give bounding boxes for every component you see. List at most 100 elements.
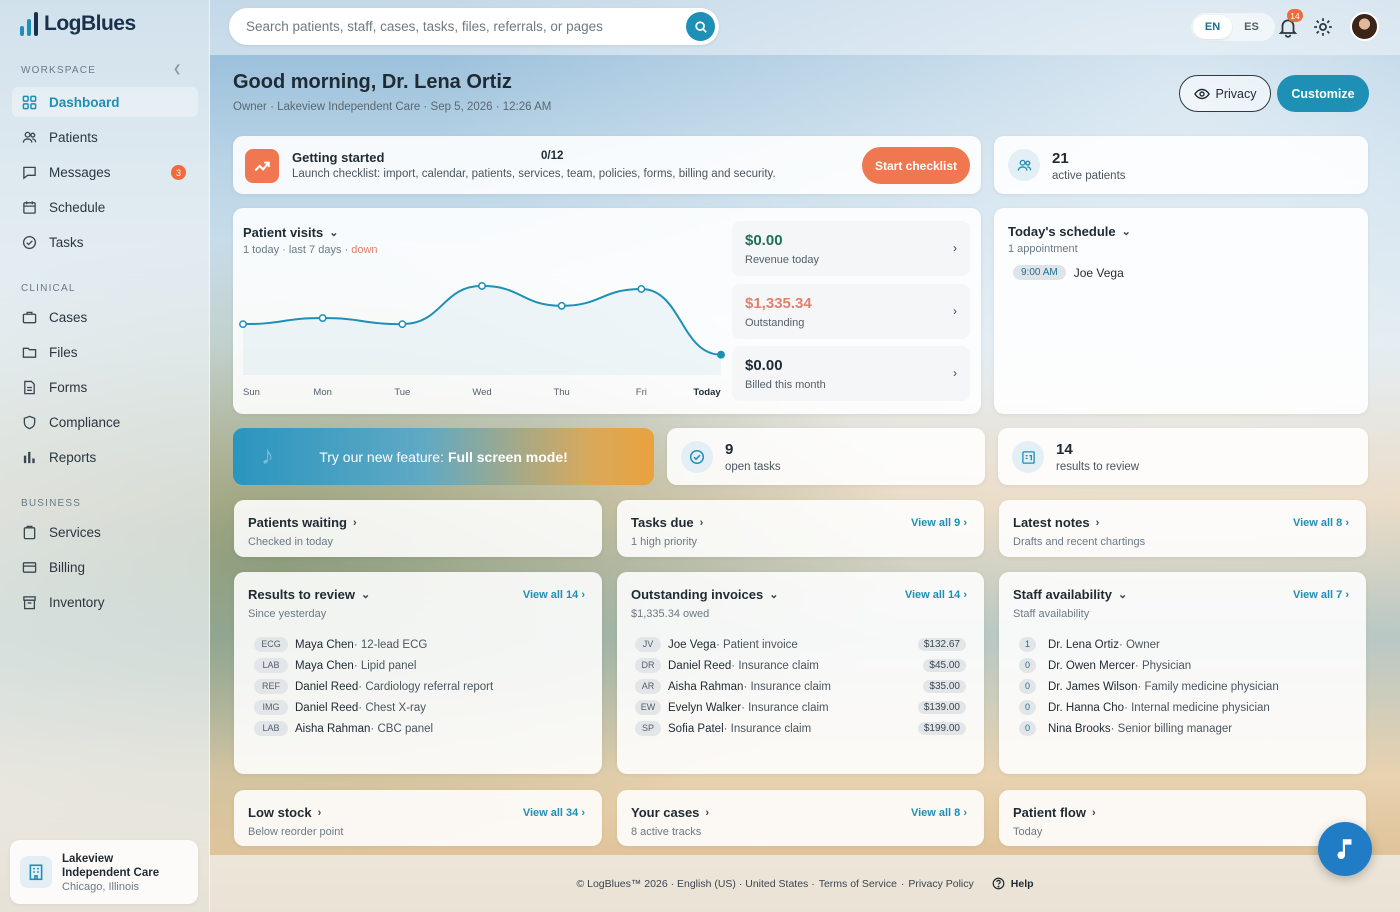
- lang-en-button[interactable]: EN: [1193, 15, 1232, 39]
- invoices-title-button[interactable]: Outstanding invoices ⌄: [631, 587, 778, 602]
- sidebar-item-inventory[interactable]: Inventory: [12, 587, 198, 617]
- appointment-item[interactable]: 9:00 AM Joe Vega: [1013, 265, 1124, 280]
- your-cases-view-all-link[interactable]: View all 8 ›: [911, 807, 967, 819]
- feature-promo-banner[interactable]: ♪ ♫ Try our new feature: Full screen mod…: [233, 428, 654, 485]
- tasks-due-sub: 1 high priority: [631, 536, 698, 548]
- invoice-detail: · Insurance claim: [731, 659, 819, 672]
- sidebar-item-forms[interactable]: Forms: [12, 372, 198, 402]
- chart-point[interactable]: [557, 301, 566, 310]
- patient-visits-title-button[interactable]: Patient visits ⌄: [243, 225, 338, 240]
- calendar-icon: [22, 200, 37, 215]
- trend-label: down: [351, 244, 378, 256]
- sidebar-item-cases[interactable]: Cases: [12, 302, 198, 332]
- x-tick-label: Today: [693, 387, 721, 398]
- latest-notes-card: Latest notes › Drafts and recent charting…: [999, 500, 1366, 557]
- list-item[interactable]: 0 Dr. Owen Mercer · Physician: [1013, 655, 1352, 676]
- sidebar-item-services[interactable]: Services: [12, 517, 198, 547]
- list-item[interactable]: EW Evelyn Walker · Insurance claim $139.00: [635, 697, 966, 718]
- sidebar: LogBlues WORKSPACE ❮ Dashboard Patients …: [0, 0, 210, 912]
- organization-card[interactable]: Lakeview Independent Care Chicago, Illin…: [10, 840, 198, 904]
- staff-view-all-link[interactable]: View all 7 ›: [1293, 589, 1349, 601]
- list-item[interactable]: 0 Nina Brooks · Senior billing manager: [1013, 718, 1352, 739]
- list-item[interactable]: LAB Aisha Rahman · CBC panel: [254, 718, 588, 739]
- low-stock-title-button[interactable]: Low stock ›: [248, 805, 321, 820]
- language-toggle: EN ES: [1191, 13, 1275, 41]
- chart-point[interactable]: [318, 314, 327, 322]
- app-name: LogBlues: [44, 12, 136, 35]
- terms-link[interactable]: Terms of Service: [819, 878, 897, 890]
- sidebar-item-compliance[interactable]: Compliance: [12, 407, 198, 437]
- org-name-line2: Independent Care: [62, 866, 160, 879]
- search-button[interactable]: [686, 12, 715, 41]
- lang-es-button[interactable]: ES: [1232, 15, 1271, 39]
- tasks-due-title-button[interactable]: Tasks due ›: [631, 515, 703, 530]
- sidebar-item-schedule[interactable]: Schedule: [12, 192, 198, 222]
- list-item[interactable]: 1 Dr. Lena Ortiz · Owner: [1013, 634, 1352, 655]
- your-cases-title-button[interactable]: Your cases ›: [631, 805, 709, 820]
- low-stock-view-all-link[interactable]: View all 34 ›: [523, 807, 585, 819]
- latest-notes-view-all-link[interactable]: View all 8 ›: [1293, 517, 1349, 529]
- results-title-button[interactable]: Results to review ⌄: [248, 587, 370, 602]
- music-player-button[interactable]: [1318, 822, 1372, 876]
- bar-chart-icon: [22, 450, 37, 465]
- sidebar-item-patients[interactable]: Patients: [12, 122, 198, 152]
- chart-point[interactable]: [478, 281, 486, 290]
- chart-point[interactable]: [717, 350, 725, 359]
- gear-icon[interactable]: [1312, 16, 1334, 38]
- open-tasks-card[interactable]: 9 open tasks: [667, 428, 985, 485]
- list-item[interactable]: ECG Maya Chen · 12-lead ECG: [254, 634, 588, 655]
- collapse-icon[interactable]: ❮: [173, 64, 181, 75]
- patient-flow-title-button[interactable]: Patient flow ›: [1013, 805, 1096, 820]
- result-name: Maya Chen: [295, 659, 354, 672]
- chart-point[interactable]: [239, 320, 247, 329]
- latest-notes-title-button[interactable]: Latest notes ›: [1013, 515, 1099, 530]
- sidebar-item-files[interactable]: Files: [12, 337, 198, 367]
- outstanding-card[interactable]: $1,335.34 Outstanding ›: [732, 284, 970, 339]
- result-detail: · CBC panel: [370, 722, 434, 735]
- results-review-card: Results to review ⌄ Since yesterday View …: [234, 572, 602, 774]
- list-item[interactable]: SP Sofia Patel · Insurance claim $199.00: [635, 718, 966, 739]
- patient-flow-title: Patient flow: [1013, 805, 1086, 820]
- outstanding-value: $1,335.34: [745, 295, 812, 312]
- logo[interactable]: LogBlues: [20, 12, 136, 36]
- chart-point[interactable]: [398, 320, 407, 329]
- list-item[interactable]: DR Daniel Reed · Insurance claim $45.00: [635, 655, 966, 676]
- sidebar-item-dashboard[interactable]: Dashboard: [12, 87, 198, 117]
- customize-button[interactable]: Customize: [1277, 75, 1369, 112]
- org-name-line1: Lakeview: [62, 852, 114, 865]
- start-checklist-button[interactable]: Start checklist: [862, 147, 970, 184]
- staff-title-button[interactable]: Staff availability ⌄: [1013, 587, 1127, 602]
- list-item[interactable]: LAB Maya Chen · Lipid panel: [254, 655, 588, 676]
- active-patients-card[interactable]: 21 active patients: [994, 136, 1368, 194]
- list-item[interactable]: IMG Daniel Reed · Chest X-ray: [254, 697, 588, 718]
- invoice-detail: · Insurance claim: [741, 701, 829, 714]
- help-link[interactable]: Help: [992, 877, 1034, 890]
- sidebar-item-messages[interactable]: Messages 3: [12, 157, 198, 187]
- list-item[interactable]: REF Daniel Reed · Cardiology referral rep…: [254, 676, 588, 697]
- sidebar-item-billing[interactable]: Billing: [12, 552, 198, 582]
- building-icon: [20, 856, 52, 888]
- sidebar-item-reports[interactable]: Reports: [12, 442, 198, 472]
- tasks-due-view-all-link[interactable]: View all 9 ›: [911, 517, 967, 529]
- avatar[interactable]: [1350, 12, 1379, 41]
- staff-availability-card: Staff availability ⌄ Staff availability V…: [999, 572, 1366, 774]
- list-item[interactable]: 0 Dr. Hanna Cho · Internal medicine physi…: [1013, 697, 1352, 718]
- appointment-name: Joe Vega: [1073, 265, 1124, 280]
- list-item[interactable]: 0 Dr. James Wilson · Family medicine phys…: [1013, 676, 1352, 697]
- result-tag: LAB: [254, 721, 288, 736]
- list-item[interactable]: AR Aisha Rahman · Insurance claim $35.00: [635, 676, 966, 697]
- results-view-all-link[interactable]: View all 14 ›: [523, 589, 585, 601]
- privacy-button[interactable]: Privacy: [1179, 75, 1271, 112]
- chart-point[interactable]: [637, 285, 646, 293]
- revenue-today-card[interactable]: $0.00 Revenue today ›: [732, 221, 970, 276]
- patients-waiting-title-button[interactable]: Patients waiting ›: [248, 515, 357, 530]
- list-item[interactable]: JV Joe Vega · Patient invoice $132.67: [635, 634, 966, 655]
- sidebar-item-tasks[interactable]: Tasks: [12, 227, 198, 257]
- invoice-amount: $45.00: [923, 659, 966, 672]
- search-input[interactable]: [229, 8, 669, 45]
- schedule-title-button[interactable]: Today's schedule ⌄: [1008, 224, 1131, 239]
- invoices-view-all-link[interactable]: View all 14 ›: [905, 589, 967, 601]
- results-review-stat-card[interactable]: 14 results to review: [998, 428, 1368, 485]
- billed-month-card[interactable]: $0.00 Billed this month ›: [732, 346, 970, 401]
- privacy-policy-link[interactable]: Privacy Policy: [908, 878, 973, 890]
